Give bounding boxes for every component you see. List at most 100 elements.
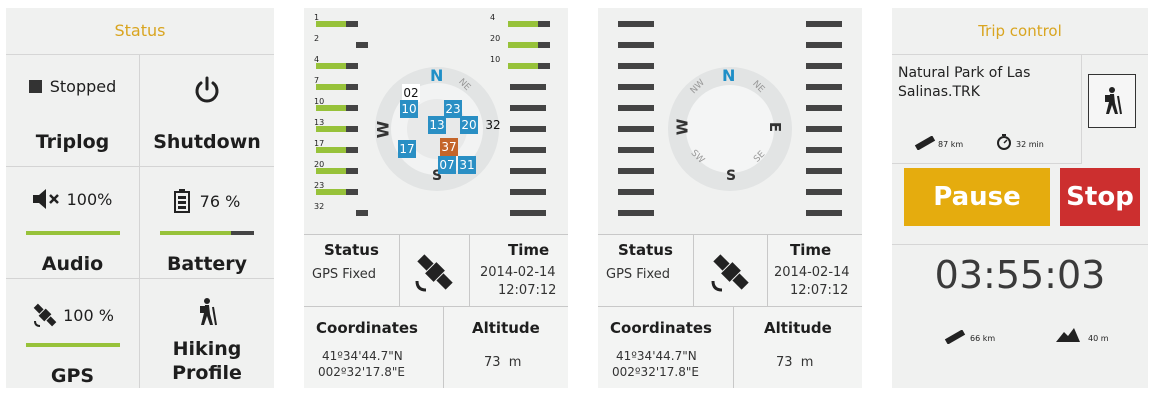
empty-signal-bar — [806, 210, 842, 216]
satellite-signal-bar — [508, 21, 560, 27]
gps-alt-value: 73 m — [776, 355, 814, 370]
satellite-id-label: 4 — [490, 13, 496, 22]
empty-signal-bar — [618, 84, 654, 90]
route-time: 32 min — [1016, 140, 1044, 149]
skyview-panel: 1 2 4 7 10 13 17 20 23 32 4 20 10 N NE W S 02 10 23 13… — [304, 8, 568, 388]
gps-fix-icon-cell — [694, 235, 768, 307]
gps-alt-value: 73 m — [484, 355, 522, 370]
gps-coords-cell: Coordinates 41º34'44.7"N 002º32'17.8"E — [598, 307, 734, 388]
trip-distance: 66 km — [970, 334, 996, 343]
triplog-state: Stopped — [49, 77, 117, 96]
gps-status-cell: Status GPS Fixed — [304, 235, 400, 307]
satellite-signal-cap — [346, 84, 358, 90]
empty-signal-bar — [806, 189, 842, 195]
satellite-signal-cap — [346, 189, 358, 195]
hiker-icon — [200, 298, 217, 326]
compass-n-label: N — [430, 66, 444, 85]
gps-row: 100 % — [6, 301, 139, 329]
empty-signal-bar — [806, 63, 842, 69]
route-name: Natural Park of Las Salinas.TRK — [898, 65, 1031, 100]
satellite-id-label: 10 — [490, 55, 501, 64]
speaker-muted-icon — [32, 189, 59, 209]
compass-w-label: W — [673, 118, 692, 136]
gps-time-date: 2014-02-14 — [774, 265, 850, 280]
satellite-signal-cap — [346, 63, 358, 69]
compass-n-label: N — [722, 66, 736, 85]
satellite-signal-fill — [508, 63, 538, 69]
satellite-signal-cap — [538, 42, 550, 48]
trip-title: Trip control — [892, 8, 1148, 55]
compass-panel: N NW NE W E SW SE S Status GPS Fixed Tim… — [598, 8, 862, 388]
gps-time-cell: Time 2014-02-14 12:07:12 — [470, 235, 568, 307]
gps-status-value: GPS Fixed — [606, 267, 670, 282]
empty-signal-bar — [510, 126, 546, 132]
pause-button[interactable]: Pause — [904, 168, 1050, 226]
empty-signal-bar — [618, 63, 654, 69]
gps-lat: 41º34'44.7"N — [322, 349, 403, 363]
sky-satellite-badge: 17 — [398, 140, 416, 158]
triplog-state-row: Stopped — [6, 77, 139, 96]
empty-signal-bar — [806, 105, 842, 111]
empty-signal-bar — [618, 168, 654, 174]
route-info[interactable]: Natural Park of Las Salinas.TRK 87 km 32… — [892, 54, 1082, 164]
gps-coords-cell: Coordinates 41º34'44.7"N 002º32'17.8"E — [304, 307, 444, 388]
gps-info-grid: Status GPS Fixed Time 2014-02-14 12:07:1… — [304, 234, 568, 388]
satellite-signal-bar — [316, 63, 368, 69]
gps-value: 100 % — [63, 305, 114, 325]
empty-signal-bar — [618, 189, 654, 195]
profile-tile[interactable]: Hiking Profile — [140, 279, 274, 388]
audio-row: 100% — [6, 189, 139, 209]
stopwatch-icon — [997, 134, 1011, 150]
gps-fix-icon-cell — [400, 235, 470, 307]
shutdown-tile[interactable]: Shutdown — [140, 55, 274, 167]
ruler-icon — [914, 136, 936, 150]
status-panel: Status Stopped Triplog Shutdown 100% Aud… — [6, 8, 274, 388]
gps-time-header: Time — [790, 241, 832, 259]
satellite-signal-bar — [316, 105, 368, 111]
battery-tile[interactable]: 76 % Battery — [140, 167, 274, 279]
satellite-icon — [711, 254, 749, 292]
empty-signal-bar — [618, 105, 654, 111]
satellite-signal-fill — [316, 168, 346, 174]
gps-time-clock: 12:07:12 — [790, 283, 849, 298]
satellite-signal-fill — [316, 21, 346, 27]
triplog-tile[interactable]: Stopped Triplog — [6, 55, 140, 167]
satellite-signal-cap — [346, 147, 358, 153]
satellite-signal-cap — [346, 21, 358, 27]
satellite-signal-fill — [316, 105, 346, 111]
sky-satellite-badge: 31 — [458, 156, 476, 174]
gps-status-cell: Status GPS Fixed — [598, 235, 694, 307]
empty-signal-bar — [510, 210, 546, 216]
profile-button[interactable] — [1088, 74, 1136, 128]
empty-signal-bar — [618, 126, 654, 132]
compass-w-label: W — [373, 120, 393, 139]
satellite-signal-fill — [316, 63, 346, 69]
stop-button[interactable]: Stop — [1060, 168, 1140, 226]
trip-altitude: 40 m — [1088, 334, 1109, 343]
battery-label: Battery — [166, 253, 248, 275]
gps-status-value: GPS Fixed — [312, 267, 376, 282]
hiker-icon — [1105, 87, 1122, 115]
audio-label: Audio — [41, 253, 104, 275]
gps-time-clock: 12:07:12 — [498, 283, 557, 298]
empty-signal-bar — [618, 42, 654, 48]
sky-satellite-badge: 20 — [460, 116, 478, 134]
audio-tile[interactable]: 100% Audio — [6, 167, 140, 279]
shutdown-label: Shutdown — [153, 131, 261, 153]
mountain-icon — [1056, 328, 1080, 342]
empty-signal-bar — [510, 147, 546, 153]
satellite-signal-bar — [316, 21, 368, 27]
satellite-signal-fill — [316, 147, 346, 153]
gps-label: GPS — [50, 365, 95, 387]
satellite-signal-bar — [508, 42, 560, 48]
empty-signal-bar — [806, 168, 842, 174]
satellite-icon — [33, 303, 57, 327]
power-icon — [195, 76, 219, 103]
gps-time-date: 2014-02-14 — [480, 265, 556, 280]
battery-row: 76 % — [140, 189, 274, 213]
route-distance: 87 km — [938, 140, 964, 149]
satellite-signal-cap — [346, 105, 358, 111]
gps-tile[interactable]: 100 % GPS — [6, 279, 140, 388]
compass-s-label: S — [726, 168, 737, 184]
empty-signal-bar — [806, 126, 842, 132]
